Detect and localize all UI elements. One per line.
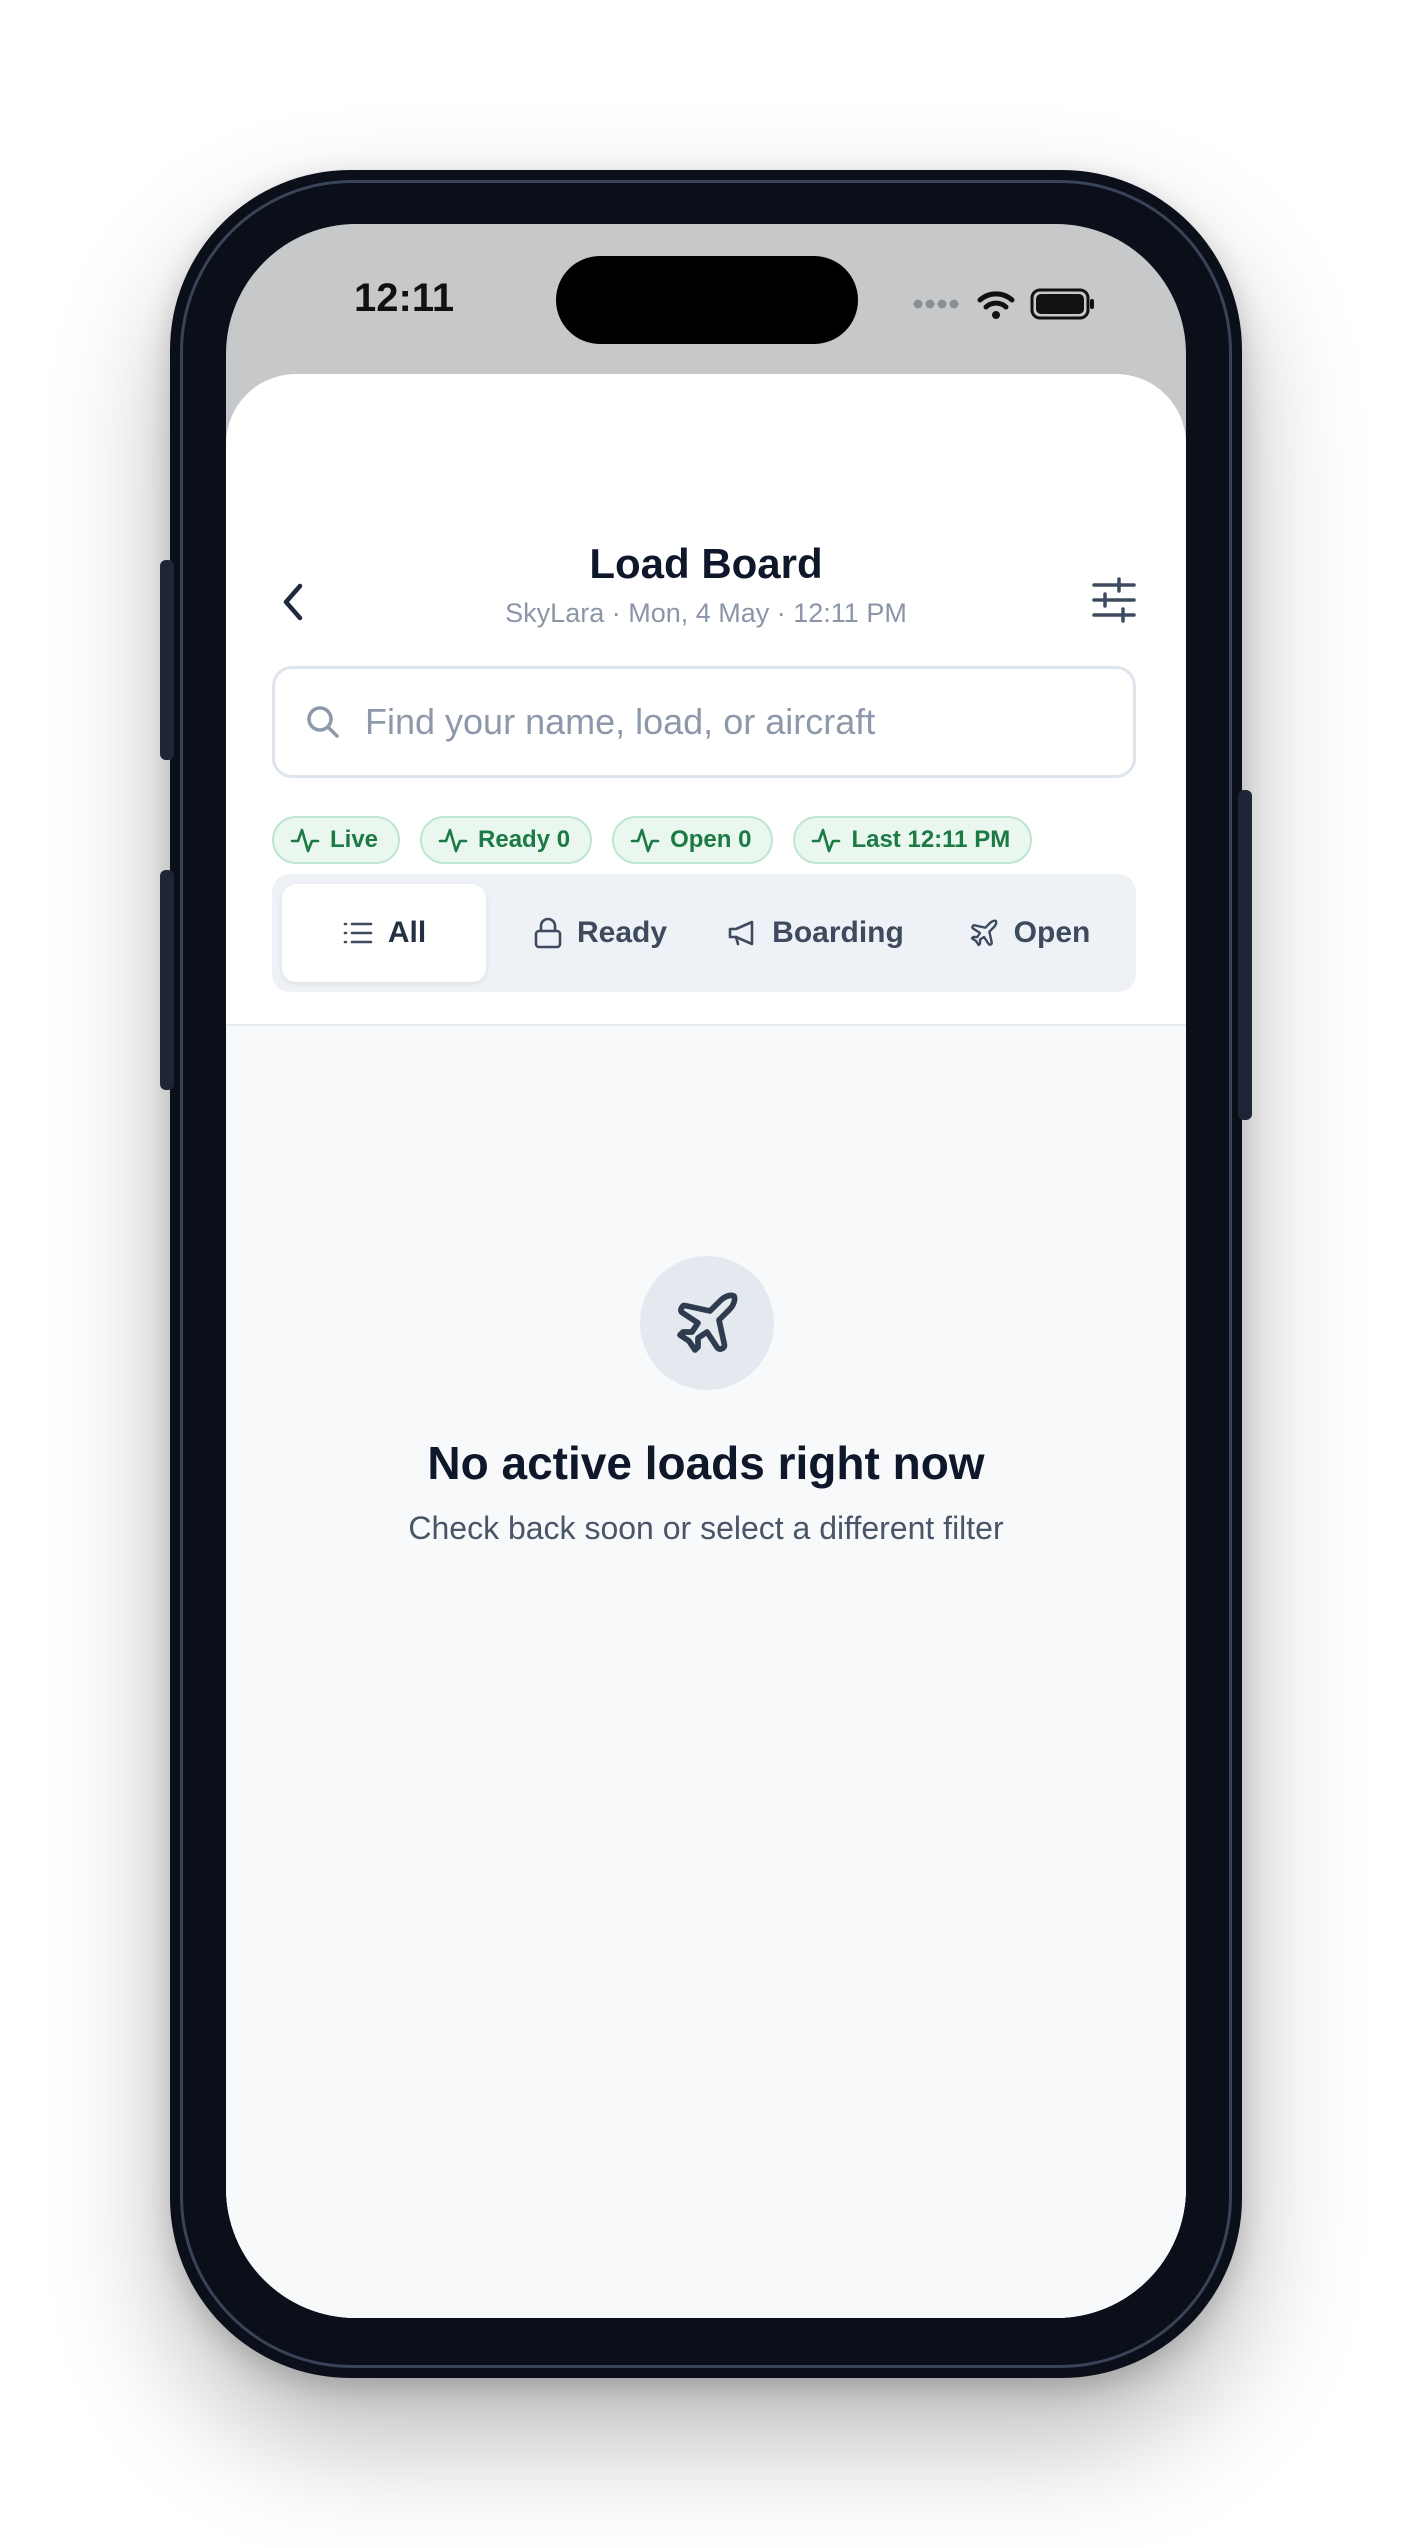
search-icon (307, 706, 339, 738)
chip-label: Ready 0 (478, 826, 571, 853)
volume-down-button (160, 870, 174, 1090)
screen: 12:11 Load Board SkyLara · Mon, 4 May · … (226, 224, 1186, 2318)
lock-icon (534, 917, 562, 949)
chip-label: Last 12:11 PM (851, 826, 1011, 853)
tab-label: Ready (576, 916, 668, 949)
tab-boarding[interactable]: Boarding (708, 884, 922, 982)
page-title: Load Board (589, 540, 823, 587)
activity-icon (438, 828, 468, 853)
status-chips: Live Ready 0 Open 0 Last 12:11 PM (272, 816, 1033, 864)
tab-label: All (387, 916, 427, 949)
status-time: 12:11 (354, 276, 455, 320)
load-list-area (226, 1026, 1186, 2318)
empty-state-title: No active loads right now (427, 1437, 985, 1489)
chip-label: Live (330, 826, 379, 853)
status-bar: 12:11 (226, 224, 1186, 374)
status-icons (912, 284, 1096, 324)
silent-switch (160, 560, 174, 760)
megaphone-icon (728, 920, 754, 946)
wifi-icon (977, 291, 1015, 319)
dynamic-island (556, 256, 858, 344)
chip-live: Live (272, 816, 401, 864)
signal-icon (913, 299, 959, 309)
activity-icon (630, 828, 660, 853)
empty-state-badge (640, 1256, 774, 1390)
filter-settings-button[interactable] (1082, 568, 1146, 632)
chip-last-updated: Last 12:11 PM (793, 816, 1033, 864)
power-button (1238, 790, 1252, 1120)
chip-label: Open 0 (670, 826, 752, 853)
plane-icon (677, 1292, 738, 1353)
tab-label: Open (1013, 916, 1091, 949)
plane-icon (970, 919, 998, 947)
activity-icon (812, 828, 841, 853)
tab-open[interactable]: Open (932, 884, 1126, 982)
tab-label: Boarding (772, 916, 904, 949)
load-board-sheet: Load Board SkyLara · Mon, 4 May · 12:11 … (226, 374, 1186, 2318)
battery-icon (1030, 288, 1094, 320)
activity-icon (290, 828, 320, 853)
sliders-icon (1092, 577, 1136, 623)
empty-state-subtitle: Check back soon or select a different fi… (408, 1510, 1004, 1546)
search-bar[interactable] (272, 666, 1136, 778)
chip-ready-count: Ready 0 (420, 816, 593, 864)
list-icon (343, 922, 373, 944)
tab-ready[interactable]: Ready (500, 884, 700, 982)
status-tabs: All Ready Boarding Open (272, 874, 1136, 992)
tab-all[interactable]: All (282, 884, 486, 982)
page-subtitle: SkyLara · Mon, 4 May · 12:11 PM (505, 598, 907, 628)
search-input[interactable] (363, 700, 1107, 744)
chip-open-count: Open 0 (612, 816, 774, 864)
